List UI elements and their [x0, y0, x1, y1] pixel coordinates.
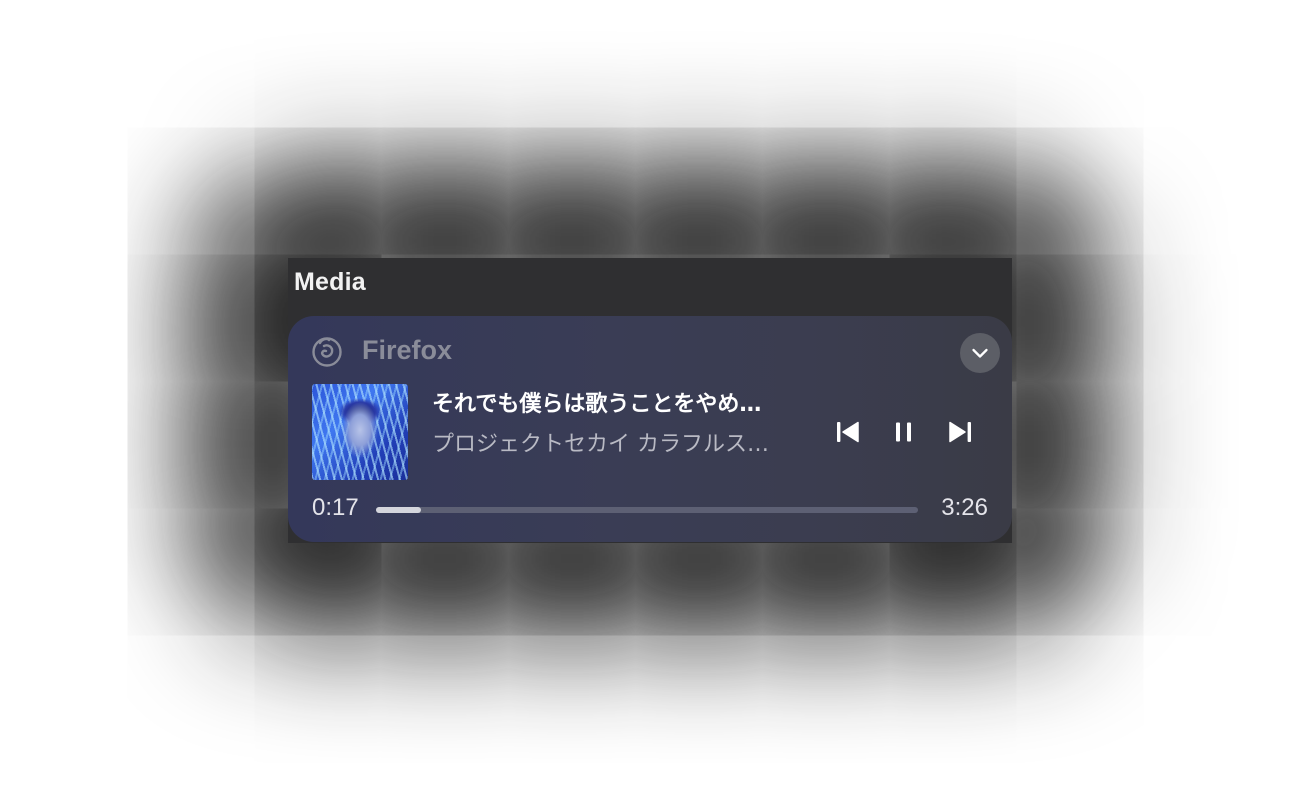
- chevron-down-icon: [972, 348, 988, 358]
- section-title: Media: [294, 268, 366, 296]
- total-duration: 3:26: [941, 494, 988, 521]
- track-artist: プロジェクトセカイ カラフルス…: [432, 432, 769, 457]
- progress-bar[interactable]: [376, 507, 918, 513]
- desktop-background: Media Firefox それでも僕らは歌うことをやめ… プロジェクトセカイ …: [0, 0, 1300, 800]
- media-player-card[interactable]: Firefox それでも僕らは歌うことをやめ… プロジェクトセカイ カラフルス…: [288, 316, 1012, 542]
- app-name: Firefox: [362, 335, 453, 365]
- skip-next-icon: [949, 421, 971, 443]
- album-art: [312, 384, 408, 480]
- media-panel: Media Firefox それでも僕らは歌うことをやめ… プロジェクトセカイ …: [288, 258, 1012, 543]
- track-title: それでも僕らは歌うことをやめ…: [432, 392, 762, 417]
- progress-fill: [376, 507, 421, 513]
- pause-icon: [896, 422, 911, 442]
- previous-button[interactable]: [830, 414, 866, 450]
- skip-previous-icon: [837, 421, 859, 443]
- expand-button[interactable]: [960, 333, 1000, 373]
- playback-controls: [828, 414, 978, 450]
- firefox-icon: [312, 337, 342, 367]
- elapsed-time: 0:17: [312, 494, 359, 521]
- pause-button[interactable]: [886, 414, 922, 450]
- next-button[interactable]: [942, 414, 978, 450]
